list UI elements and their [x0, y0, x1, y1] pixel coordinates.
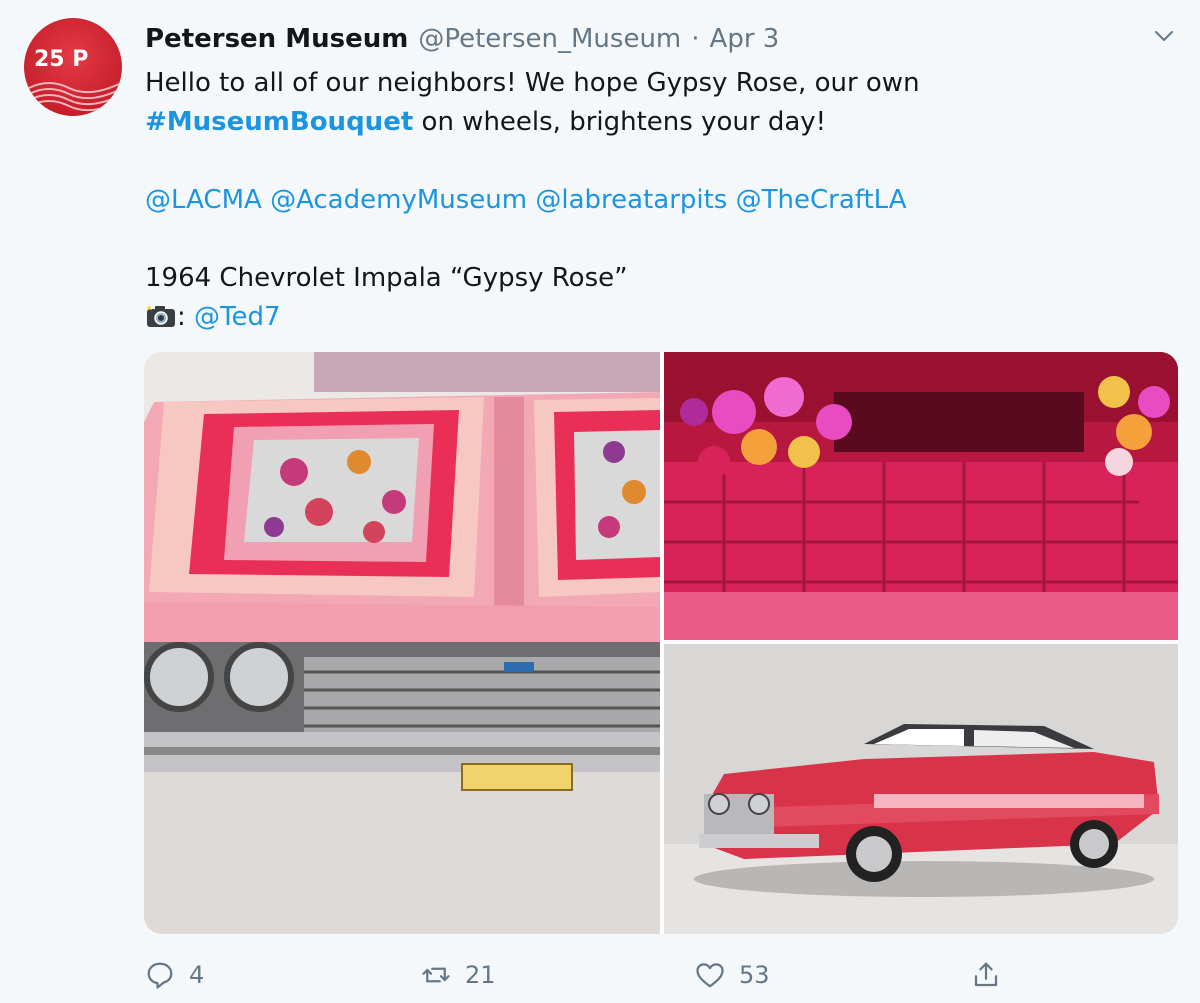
mention-academymuseum[interactable]: @AcademyMuseum [270, 185, 527, 215]
tweet-date[interactable]: Apr 3 [710, 24, 780, 54]
svg-text:25 P: 25 P [34, 47, 88, 72]
author-handle[interactable]: @Petersen_Museum [418, 24, 681, 54]
chevron-down-icon[interactable] [1152, 24, 1176, 48]
retweet-icon [422, 967, 450, 983]
share-icon [974, 962, 998, 987]
camera-flash-icon [147, 305, 175, 327]
caption: 1964 Chevrolet Impala “Gypsy Rose” [145, 263, 628, 293]
share-button[interactable] [971, 955, 1001, 995]
heart-icon [696, 963, 724, 988]
mentions-line: @LACMA @AcademyMuseum @labreatarpits @Th… [145, 181, 1155, 220]
retweet-button[interactable]: 21 [421, 955, 496, 995]
separator: · [691, 24, 700, 54]
hashtag-link[interactable]: #MuseumBouquet [145, 107, 413, 137]
tweet-text-line-1: Hello to all of our neighbors! We hope G… [145, 68, 920, 98]
like-count: 53 [739, 961, 770, 989]
media-grid [144, 352, 1178, 934]
photo-credit-separator: : [177, 302, 195, 332]
mention-labreatarpits[interactable]: @labreatarpits [535, 185, 727, 215]
like-button[interactable]: 53 [695, 955, 770, 995]
tweet[interactable]: 25 P Petersen Museum @Petersen_Museum · … [0, 0, 1200, 1003]
car-hood-photo[interactable] [144, 352, 660, 934]
car-interior-photo[interactable] [664, 352, 1178, 640]
author-name[interactable]: Petersen Museum [145, 24, 408, 54]
reply-button[interactable]: 4 [145, 955, 204, 995]
tweet-text: Hello to all of our neighbors! We hope G… [145, 64, 1155, 337]
avatar-logo-icon: 25 P [28, 47, 120, 112]
car-side-photo[interactable] [664, 644, 1178, 934]
mention-ted7[interactable]: @Ted7 [194, 302, 281, 332]
tweet-header: Petersen Museum @Petersen_Museum · Apr 3 [145, 24, 779, 56]
mention-lacma[interactable]: @LACMA [145, 185, 262, 215]
tweet-text-line-2: #MuseumBouquet on wheels, brightens your… [145, 103, 1155, 142]
retweet-count: 21 [465, 961, 496, 989]
reply-icon [147, 962, 173, 989]
photo-credit-line: : @Ted7 [145, 298, 1155, 337]
mention-thecraftla[interactable]: @TheCraftLA [736, 185, 907, 215]
reply-count: 4 [189, 961, 205, 989]
avatar[interactable]: 25 P [24, 18, 122, 116]
tweet-text-line-2-rest: on wheels, brightens your day! [413, 107, 827, 137]
tweet-actions: 4 21 53 [145, 955, 1025, 995]
